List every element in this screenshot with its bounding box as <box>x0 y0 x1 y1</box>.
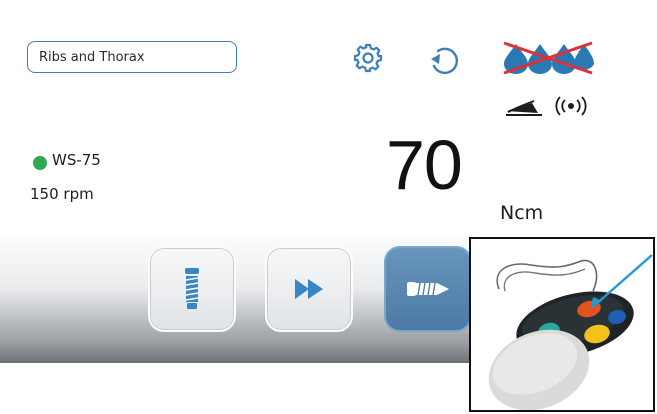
footpedal-icon <box>504 93 546 119</box>
implant-mode-button[interactable] <box>148 246 236 332</box>
screw-mode-button[interactable] <box>384 246 472 332</box>
wireless-foot-control-photo <box>488 254 653 410</box>
motor-status-indicator <box>33 156 47 170</box>
dental-motor-screen: Ribs and Thorax WS-75 150 rpm 70 Ncm <box>0 0 657 414</box>
program-selector[interactable]: Ribs and Thorax <box>27 41 237 73</box>
fast-forward-button[interactable] <box>265 246 353 332</box>
wireless-icon <box>553 94 589 118</box>
fast-forward-icon <box>295 279 323 299</box>
implant-icon <box>185 268 199 309</box>
torque-value: 70 <box>386 126 463 204</box>
program-name: Ribs and Thorax <box>39 49 145 65</box>
gear-icon[interactable] <box>353 43 383 73</box>
foot-control-inset <box>469 237 655 412</box>
motor-model: WS-75 <box>52 151 101 169</box>
motor-speed: 150 rpm <box>30 185 94 203</box>
coolant-drops-disabled-icon[interactable] <box>500 40 596 76</box>
rotate-icon[interactable] <box>426 42 462 78</box>
torque-unit: Ncm <box>500 202 544 224</box>
screw-icon <box>407 282 449 296</box>
